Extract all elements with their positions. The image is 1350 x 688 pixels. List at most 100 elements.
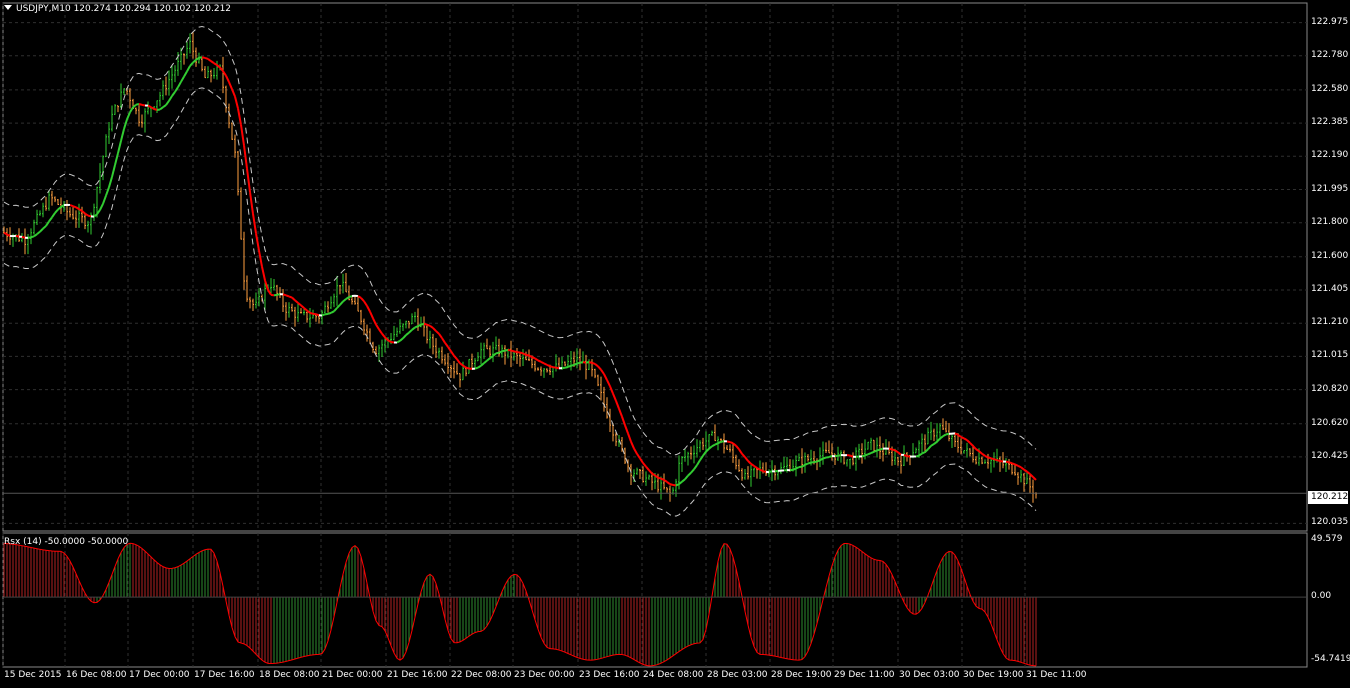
moving-average-line (87, 214, 92, 218)
moving-average-line (186, 65, 191, 72)
time-tick-label: 16 Dec 08:00 (66, 670, 127, 680)
moving-average-line (21, 235, 26, 239)
moving-average-line (687, 472, 692, 477)
moving-average-line (933, 440, 938, 445)
price-tick-label: 122.780 (1311, 49, 1349, 60)
moving-average-line (864, 453, 869, 457)
moving-average-line (768, 470, 773, 474)
moving-average-line (534, 357, 539, 362)
moving-average-line (615, 400, 620, 410)
moving-average-line (879, 447, 884, 451)
moving-average-line (609, 385, 614, 394)
moving-average-line (642, 462, 647, 468)
time-tick-label: 17 Dec 16:00 (194, 670, 255, 680)
moving-average-line (378, 328, 383, 335)
moving-average-line (261, 266, 266, 281)
moving-average-line (915, 454, 920, 458)
moving-average-line (210, 60, 215, 65)
upper-band-line (3, 26, 1037, 456)
moving-average-line (246, 168, 251, 193)
moving-average-line (108, 176, 113, 188)
lower-band-line (3, 87, 1037, 517)
moving-average-line (573, 362, 578, 366)
moving-average-line (507, 348, 512, 352)
moving-average-line (423, 322, 428, 326)
moving-average-line (432, 327, 437, 332)
moving-average-line (465, 366, 470, 370)
moving-average-line (408, 329, 413, 334)
moving-average-line (36, 230, 41, 235)
moving-average-line (645, 465, 650, 471)
moving-average-line (276, 293, 281, 296)
moving-average-line (1011, 462, 1016, 466)
moving-average-line (942, 433, 947, 438)
moving-average-line (405, 331, 410, 336)
moving-average-line (372, 317, 377, 325)
moving-average-line (876, 448, 881, 452)
moving-average-line (360, 297, 365, 302)
moving-average-line (252, 213, 257, 234)
moving-average-line (141, 103, 146, 107)
symbol-title: USDJPY,M10 (16, 4, 71, 14)
moving-average-line (315, 313, 320, 317)
moving-average-line (582, 361, 587, 364)
moving-average-line (633, 448, 638, 455)
moving-average-line (300, 304, 305, 309)
moving-average-line (795, 466, 800, 470)
moving-average-line (510, 349, 515, 353)
moving-average-line (69, 204, 74, 208)
moving-average-line (648, 469, 653, 475)
moving-average-line (135, 103, 140, 106)
moving-average-line (165, 100, 170, 106)
moving-average-line (1008, 461, 1013, 465)
moving-average-line (204, 57, 209, 60)
price-tick-label: 120.425 (1311, 450, 1349, 461)
moving-average-line (960, 436, 965, 440)
moving-average-line (759, 468, 764, 473)
chart-title: USDJPY,M10 120.274 120.294 120.102 120.2… (4, 4, 231, 14)
moving-average-line (102, 195, 107, 205)
moving-average-line (636, 453, 641, 459)
moving-average-line (207, 58, 212, 62)
moving-average-line (426, 323, 431, 327)
moving-average-line (402, 334, 407, 339)
chart-canvas[interactable] (0, 0, 1350, 688)
moving-average-line (828, 455, 833, 459)
time-tick-label: 30 Dec 19:00 (963, 670, 1024, 680)
moving-average-line (1017, 464, 1022, 469)
moving-average-line (726, 440, 731, 444)
moving-average-line (285, 294, 290, 298)
moving-average-line (540, 360, 545, 365)
moving-average-line (969, 442, 974, 447)
moving-average-line (429, 324, 434, 329)
moving-average-line (807, 461, 812, 465)
moving-average-line (33, 233, 38, 238)
moving-average-line (555, 366, 560, 370)
price-tick-label: 122.190 (1311, 150, 1349, 161)
moving-average-line (870, 450, 875, 455)
moving-average-line (549, 365, 554, 369)
price-tick-label: 121.600 (1311, 250, 1349, 261)
moving-average-line (174, 86, 179, 93)
moving-average-line (231, 88, 236, 97)
moving-average-line (963, 437, 968, 441)
moving-average-line (576, 361, 581, 365)
moving-average-line (153, 108, 158, 111)
moving-average-line (177, 81, 182, 88)
main-panel-frame (2, 2, 1308, 532)
moving-average-line (327, 311, 332, 315)
moving-average-line (255, 233, 260, 251)
moving-average-line (1023, 468, 1028, 473)
moving-average-line (27, 236, 32, 239)
collapse-triangle-icon[interactable] (4, 5, 12, 10)
price-tick-label: 121.800 (1311, 216, 1349, 227)
moving-average-line (228, 81, 233, 90)
rsx-line (3, 542, 1037, 667)
moving-average-line (684, 474, 689, 480)
moving-average-line (627, 433, 632, 443)
moving-average-line (225, 75, 230, 83)
time-tick-label: 31 Dec 11:00 (1026, 670, 1087, 680)
moving-average-line (42, 225, 47, 230)
moving-average-line (639, 457, 644, 464)
moving-average-line (474, 366, 479, 370)
